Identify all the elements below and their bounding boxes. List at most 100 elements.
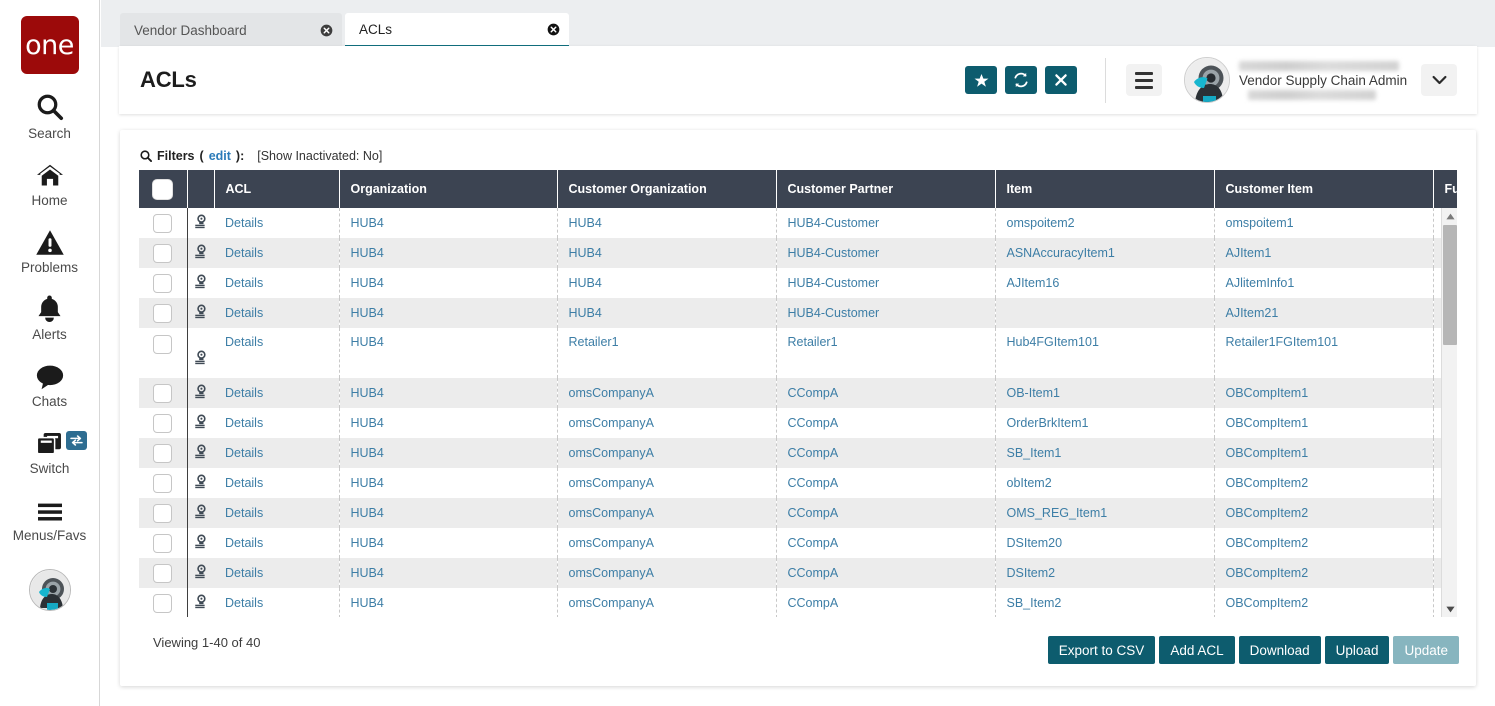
table-row[interactable]: Details HUB4 HUB4 HUB4-Customer AJItem16 AJli… <box>139 268 1457 298</box>
row-select-cell[interactable] <box>139 328 188 378</box>
row-detail-icon-cell[interactable] <box>187 468 214 498</box>
user-profile[interactable]: Vendor Supply Chain Admin <box>1184 57 1407 103</box>
row-detail-icon-cell[interactable] <box>187 438 214 468</box>
close-button[interactable] <box>1045 66 1077 94</box>
row-select-cell[interactable] <box>139 378 188 408</box>
cell-acl[interactable]: Details <box>214 438 340 468</box>
cell-acl[interactable]: Details <box>214 468 340 498</box>
cell-acl[interactable]: Details <box>214 378 340 408</box>
details-link[interactable]: Details <box>225 335 263 349</box>
details-link[interactable]: Details <box>225 506 263 520</box>
table-row[interactable]: Details HUB4 omsCompanyA CCompA SB_Item2 OBCo… <box>139 588 1457 617</box>
row-select-cell[interactable] <box>139 528 188 558</box>
table-row[interactable]: Details HUB4 omsCompanyA CCompA OrderBrkItem… <box>139 408 1457 438</box>
details-icon[interactable] <box>193 244 208 262</box>
row-select-cell[interactable] <box>139 298 188 328</box>
details-icon[interactable] <box>193 444 208 462</box>
cell-acl[interactable]: Details <box>214 238 340 268</box>
table-row[interactable]: Details HUB4 omsCompanyA CCompA OMS_REG_Item… <box>139 498 1457 528</box>
column-header-organization[interactable]: Organization <box>339 170 558 208</box>
row-select-cell[interactable] <box>139 238 188 268</box>
details-link[interactable]: Details <box>225 276 263 290</box>
row-checkbox[interactable] <box>153 443 173 463</box>
rail-item-home[interactable]: Home <box>0 159 100 208</box>
details-icon[interactable] <box>193 564 208 582</box>
row-select-cell[interactable] <box>139 498 188 528</box>
details-link[interactable]: Details <box>225 246 263 260</box>
column-header-item[interactable]: Item <box>995 170 1215 208</box>
details-link[interactable]: Details <box>225 476 263 490</box>
row-select-cell[interactable] <box>139 408 188 438</box>
row-detail-icon-cell[interactable] <box>187 298 214 328</box>
scroll-up-arrow-icon[interactable] <box>1442 208 1458 224</box>
cell-acl[interactable]: Details <box>214 528 340 558</box>
row-checkbox[interactable] <box>153 533 173 553</box>
row-select-cell[interactable] <box>139 438 188 468</box>
row-checkbox[interactable] <box>153 273 173 293</box>
rail-item-chats[interactable]: Chats <box>0 360 100 409</box>
table-row[interactable]: Details HUB4 HUB4 HUB4-Customer omspoitem2 om… <box>139 208 1457 238</box>
details-link[interactable]: Details <box>225 596 263 610</box>
cell-acl[interactable]: Details <box>214 588 340 617</box>
column-header-fulfillment[interactable]: Fulfillment <box>1433 170 1457 208</box>
details-icon[interactable] <box>193 414 208 432</box>
row-checkbox[interactable] <box>153 243 173 263</box>
rail-item-problems[interactable]: Problems <box>0 226 100 275</box>
details-link[interactable]: Details <box>225 566 263 580</box>
switch-badge-icon[interactable] <box>65 431 87 450</box>
tab-vendor-dashboard[interactable]: Vendor Dashboard <box>120 13 342 47</box>
cell-acl[interactable]: Details <box>214 498 340 528</box>
table-row[interactable]: Details HUB4 HUB4 HUB4-Customer AJItem21 <box>139 298 1457 328</box>
tab-acls[interactable]: ACLs <box>345 13 569 47</box>
row-detail-icon-cell[interactable] <box>187 238 214 268</box>
row-checkbox[interactable] <box>153 335 173 354</box>
close-icon[interactable] <box>546 22 561 37</box>
rail-item-menus-favs[interactable]: Menus/Favs <box>0 494 100 543</box>
table-row[interactable]: Details HUB4 HUB4 HUB4-Customer ASNAccuracyI… <box>139 238 1457 268</box>
row-checkbox[interactable] <box>153 303 173 323</box>
cell-acl[interactable]: Details <box>214 408 340 438</box>
details-icon[interactable] <box>193 350 208 368</box>
row-checkbox[interactable] <box>153 473 173 493</box>
details-link[interactable]: Details <box>225 306 263 320</box>
row-detail-icon-cell[interactable] <box>187 208 214 238</box>
details-link[interactable]: Details <box>225 446 263 460</box>
details-link[interactable]: Details <box>225 386 263 400</box>
rail-item-search[interactable]: Search <box>0 92 100 141</box>
row-checkbox[interactable] <box>153 503 173 523</box>
details-icon[interactable] <box>193 504 208 522</box>
row-detail-icon-cell[interactable] <box>187 268 214 298</box>
row-detail-icon-cell[interactable] <box>187 528 214 558</box>
menu-button[interactable] <box>1126 64 1162 96</box>
row-select-cell[interactable] <box>139 558 188 588</box>
details-icon[interactable] <box>193 594 208 612</box>
cell-acl[interactable]: Details <box>214 268 340 298</box>
cell-acl[interactable]: Details <box>214 328 340 378</box>
rail-avatar[interactable] <box>28 569 71 611</box>
details-icon[interactable] <box>193 534 208 552</box>
row-detail-icon-cell[interactable] <box>187 498 214 528</box>
refresh-button[interactable] <box>1005 66 1037 94</box>
row-checkbox[interactable] <box>153 593 173 613</box>
brand-logo[interactable]: one <box>20 16 79 74</box>
row-detail-icon-cell[interactable] <box>187 328 214 378</box>
select-all-checkbox[interactable] <box>152 178 174 200</box>
table-row[interactable]: Details HUB4 omsCompanyA CCompA DSItem2 OBCom… <box>139 558 1457 588</box>
row-detail-icon-cell[interactable] <box>187 378 214 408</box>
column-header-customer-organization[interactable]: Customer Organization <box>557 170 777 208</box>
column-header-customer-partner[interactable]: Customer Partner <box>776 170 996 208</box>
row-checkbox[interactable] <box>153 563 173 583</box>
scroll-down-arrow-icon[interactable] <box>1442 601 1458 617</box>
table-row[interactable]: Details HUB4 Retailer1 Retailer1 Hub4FGItem1… <box>139 328 1457 378</box>
details-link[interactable]: Details <box>225 536 263 550</box>
table-row[interactable]: Details HUB4 omsCompanyA CCompA SB_Item1 OBCo… <box>139 438 1457 468</box>
export-to-csv-button[interactable]: Export to CSV <box>1047 636 1156 664</box>
download-button[interactable]: Download <box>1238 636 1321 664</box>
upload-button[interactable]: Upload <box>1324 636 1390 664</box>
details-icon[interactable] <box>193 384 208 402</box>
table-row[interactable]: Details HUB4 omsCompanyA CCompA OB-Item1 OBCo… <box>139 378 1457 408</box>
row-detail-icon-cell[interactable] <box>187 408 214 438</box>
table-row[interactable]: Details HUB4 omsCompanyA CCompA obItem2 OBCom… <box>139 468 1457 498</box>
cell-acl[interactable]: Details <box>214 298 340 328</box>
row-select-cell[interactable] <box>139 268 188 298</box>
